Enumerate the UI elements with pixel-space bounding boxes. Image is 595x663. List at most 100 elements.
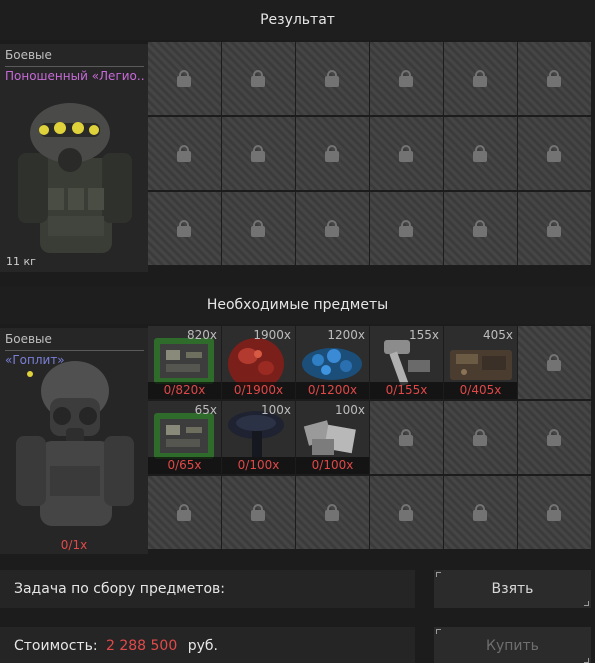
locked-slot (370, 476, 443, 549)
material-qty: 100x (334, 403, 365, 417)
armor-suit-hoplite-icon (16, 361, 134, 526)
lock-icon (547, 354, 561, 371)
locked-slot (222, 192, 295, 265)
material-slot[interactable]: 1900x 0/1900x (222, 326, 295, 399)
locked-slot (296, 192, 369, 265)
task-label: Задача по сбору предметов: (14, 581, 225, 597)
locked-slot (518, 117, 591, 190)
result-item-weight: 11 кг (6, 255, 36, 268)
material-progress: 0/1900x (222, 382, 295, 399)
lock-icon (177, 70, 191, 87)
result-item-name: Поношенный «Легио.. (5, 69, 145, 83)
lock-icon (399, 429, 413, 446)
lock-icon (473, 504, 487, 521)
locked-slot (370, 401, 443, 474)
lock-icon (473, 429, 487, 446)
lock-icon (473, 220, 487, 237)
lock-icon (399, 145, 413, 162)
required-items-header: Необходимые предметы (0, 286, 595, 324)
locked-slot (518, 42, 591, 115)
lock-icon (399, 70, 413, 87)
take-button-label: Взять (491, 581, 534, 597)
material-slot[interactable]: 65x 0/65x (148, 401, 221, 474)
locked-slot (148, 42, 221, 115)
locked-slot (222, 42, 295, 115)
material-slot[interactable]: 820x 0/820x (148, 326, 221, 399)
take-button[interactable]: Взять (434, 570, 591, 608)
material-progress: 0/155x (370, 382, 443, 399)
task-bar: Задача по сбору предметов: (0, 570, 415, 608)
locked-slot (148, 117, 221, 190)
cost-label: Стоимость: (14, 638, 98, 654)
lock-icon (399, 504, 413, 521)
material-slot[interactable]: 155x 0/155x (370, 326, 443, 399)
locked-slot (370, 192, 443, 265)
locked-slot (444, 42, 517, 115)
lock-icon (177, 220, 191, 237)
locked-slot (370, 42, 443, 115)
locked-slot (296, 117, 369, 190)
locked-slot (222, 476, 295, 549)
locked-slot (518, 192, 591, 265)
lock-icon (251, 504, 265, 521)
material-qty: 100x (260, 403, 291, 417)
lock-icon (547, 429, 561, 446)
required-item-card[interactable]: Боевые «Гоплит» 0/1x (0, 328, 148, 554)
material-qty: 820x (186, 328, 217, 342)
lock-icon (325, 145, 339, 162)
result-header: Результат (0, 0, 595, 40)
locked-slot (518, 476, 591, 549)
material-progress: 0/820x (148, 382, 221, 399)
armor-suit-legion-icon (18, 103, 132, 253)
material-slot[interactable]: 405x 0/405x (444, 326, 517, 399)
cost-value: 2 288 500 (106, 638, 178, 654)
lock-icon (547, 70, 561, 87)
locked-slot (148, 476, 221, 549)
material-qty: 405x (482, 328, 513, 342)
lock-icon (177, 145, 191, 162)
lock-icon (473, 70, 487, 87)
lock-icon (251, 145, 265, 162)
material-slot[interactable]: 100x 0/100x (222, 401, 295, 474)
locked-slot (148, 192, 221, 265)
lock-icon (547, 504, 561, 521)
locked-slot (296, 476, 369, 549)
material-progress: 0/405x (444, 382, 517, 399)
material-slot[interactable]: 1200x 0/1200x (296, 326, 369, 399)
locked-slot (296, 42, 369, 115)
locked-slot (518, 401, 591, 474)
lock-icon (325, 70, 339, 87)
result-item-card[interactable]: Боевые Поношенный «Легио.. 11 кг (0, 44, 148, 272)
lock-icon (547, 145, 561, 162)
locked-slot (370, 117, 443, 190)
material-qty: 1200x (327, 328, 365, 342)
lock-icon (399, 220, 413, 237)
result-item-category: Боевые (5, 48, 52, 62)
required-item-progress: 0/1x (60, 538, 88, 552)
material-qty: 155x (408, 328, 439, 342)
locked-slot (518, 326, 591, 399)
lock-icon (177, 504, 191, 521)
material-progress: 0/100x (222, 457, 295, 474)
divider (5, 66, 144, 67)
locked-slot (444, 401, 517, 474)
buy-button[interactable]: Купить (434, 627, 591, 663)
required-item-category: Боевые (5, 332, 52, 346)
material-progress: 0/65x (148, 457, 221, 474)
lock-icon (325, 220, 339, 237)
lock-icon (251, 70, 265, 87)
lock-icon (547, 220, 561, 237)
lock-icon (473, 145, 487, 162)
locked-slot (444, 476, 517, 549)
locked-slot (444, 117, 517, 190)
lock-icon (251, 220, 265, 237)
buy-button-label: Купить (486, 638, 539, 654)
material-progress: 0/1200x (296, 382, 369, 399)
material-qty: 1900x (253, 328, 291, 342)
material-slot[interactable]: 100x 0/100x (296, 401, 369, 474)
material-progress: 0/100x (296, 457, 369, 474)
material-qty: 65x (194, 403, 217, 417)
locked-slot (222, 117, 295, 190)
cost-bar: Стоимость: 2 288 500 руб. (0, 627, 415, 663)
locked-slot (444, 192, 517, 265)
